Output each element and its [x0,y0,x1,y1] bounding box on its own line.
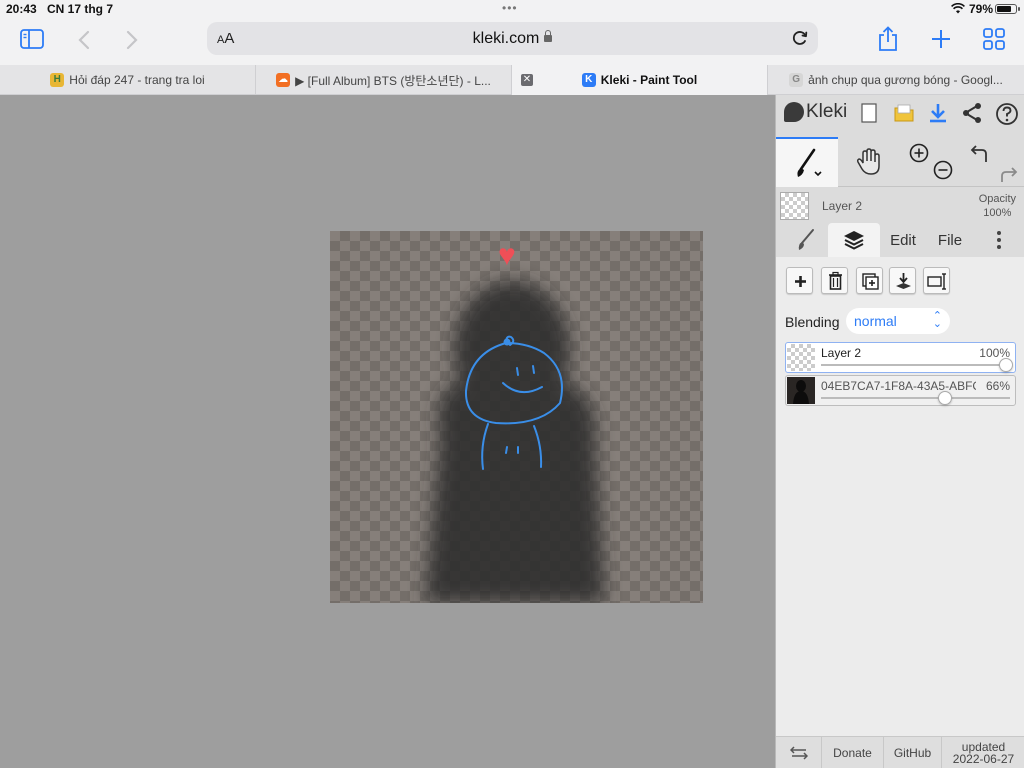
tab-layers[interactable] [828,223,880,257]
sidebar-icon[interactable] [20,29,44,49]
layer-name: Layer 2 [821,346,862,360]
delete-layer-button[interactable] [821,267,848,294]
rename-layer-button[interactable] [923,267,950,294]
tab-hoidap[interactable]: H Hỏi đáp 247 - trang tra loi [0,65,256,95]
soundcloud-favicon-icon: ☁ [276,73,291,87]
browser-toolbar: AA kleki.com [0,18,1024,65]
share-icon[interactable] [877,26,899,52]
new-tab-icon[interactable] [931,29,951,49]
tab-edit[interactable]: Edit [880,223,926,257]
add-layer-button[interactable] [786,267,813,294]
updated-info[interactable]: updated 2022-06-27 [942,737,1024,768]
address-bar[interactable]: AA kleki.com [207,22,818,55]
tab-label: ảnh chụp qua gương bóng - Googl... [808,73,1003,87]
forward-icon[interactable] [125,30,139,50]
battery-percent: 79% [969,2,994,16]
current-layer-name: Layer 2 [822,199,863,213]
blending-label: Blending [785,314,840,330]
current-layer-thumbnail [780,192,809,220]
blending-select[interactable]: normal ⌃ ⌄ [846,308,950,334]
hoidap-favicon-icon: H [50,73,65,87]
hand-tool-button[interactable] [838,137,900,187]
chevron-updown-icon: ⌃ ⌄ [932,310,942,330]
new-image-icon[interactable] [860,102,878,124]
duplicate-layer-button[interactable] [856,267,883,294]
more-options-icon[interactable] [984,223,1014,257]
drawing-canvas[interactable]: ♥ [330,231,703,603]
kleki-panel: Kleki Layer 2 Opacity 100% Edit File Ble… [775,95,1024,768]
merge-down-icon [896,273,911,289]
download-icon[interactable] [927,102,949,124]
zoom-buttons[interactable] [900,137,962,187]
undo-redo-buttons[interactable] [962,137,1024,187]
status-bar: 20:43 CN 17 thg 7 ••• 79% [0,0,1024,18]
swap-sides-icon[interactable] [776,737,822,768]
tab-label: Hỏi đáp 247 - trang tra loi [69,73,205,87]
panel-footer: Donate GitHub updated 2022-06-27 [776,736,1024,768]
google-favicon-icon: G [789,73,804,87]
layer-opacity-slider[interactable] [821,397,1010,399]
kleki-logo-icon [784,102,804,122]
lock-icon [544,30,553,42]
tool-row [776,137,1024,187]
tab-label: ▶ [Full Album] BTS (방탄소년단) - L... [295,73,491,88]
open-folder-icon[interactable] [893,102,915,124]
layer-name: 04EB7CA7-1F8A-43A5-ABFC [821,379,976,393]
layer-thumbnail [787,344,815,371]
layer-row[interactable]: 04EB7CA7-1F8A-43A5-ABFC 66% [785,375,1016,406]
status-time: 20:43 [6,2,37,16]
tab-brush[interactable] [784,223,828,257]
help-icon[interactable] [995,102,1019,126]
status-date: CN 17 thg 7 [47,2,114,16]
undo-redo-icon [970,145,1018,182]
layer-thumbnail [787,377,815,404]
plus-icon [795,276,806,287]
layer-actions: Blending normal ⌃ ⌄ [776,257,1024,347]
layer-opacity-value: 66% [985,379,1010,393]
multitasking-dots-icon[interactable]: ••• [502,1,518,15]
layer-opacity-slider[interactable] [821,364,1010,366]
brush-icon [798,229,814,250]
merge-layer-button[interactable] [889,267,916,294]
reload-icon[interactable] [790,28,810,48]
url-text: kleki.com [472,30,540,47]
tab-file[interactable]: File [926,223,974,257]
battery-icon [995,4,1020,14]
slider-handle[interactable] [999,358,1013,372]
donate-link[interactable]: Donate [822,737,884,768]
layer-row[interactable]: Layer 2 100% [785,342,1016,373]
tab-google[interactable]: G ảnh chụp qua gương bóng - Googl... [768,65,1024,95]
tab-soundcloud[interactable]: ☁ ▶ [Full Album] BTS (방탄소년단) - L... [256,65,512,95]
share-icon[interactable] [961,102,983,124]
brush-icon [797,148,822,177]
tab-overview-icon[interactable] [983,28,1005,50]
tab-label: Kleki - Paint Tool [600,73,698,87]
layers-list: Layer 2 100% 04EB7CA7-1F8A-43A5-ABFC 66% [776,337,1024,737]
heart-icon: ♥ [498,239,516,272]
back-icon[interactable] [77,30,91,50]
zoom-icon [909,143,953,180]
canvas-workspace[interactable]: ♥ [0,95,775,768]
slider-handle[interactable] [938,391,953,405]
tab-bar: H Hỏi đáp 247 - trang tra loi ☁ ▶ [Full … [0,65,1024,95]
wifi-icon [951,3,965,14]
layer-opacity[interactable]: Opacity 100% [979,192,1016,220]
trash-icon [829,271,842,290]
close-tab-icon[interactable]: ✕ [521,74,533,86]
canvas-artwork [330,231,703,603]
hand-icon [856,148,880,175]
battery-level [997,6,1011,12]
kleki-logo[interactable]: Kleki [784,101,847,123]
layers-icon [844,231,864,250]
brush-tool-button[interactable] [776,137,838,187]
tab-kleki[interactable]: ✕ K Kleki - Paint Tool [512,65,768,95]
rename-icon [927,273,946,290]
kleki-favicon-icon: K [581,73,596,87]
github-link[interactable]: GitHub [884,737,942,768]
panel-tabs: Edit File [776,223,1024,257]
duplicate-icon [862,273,879,290]
